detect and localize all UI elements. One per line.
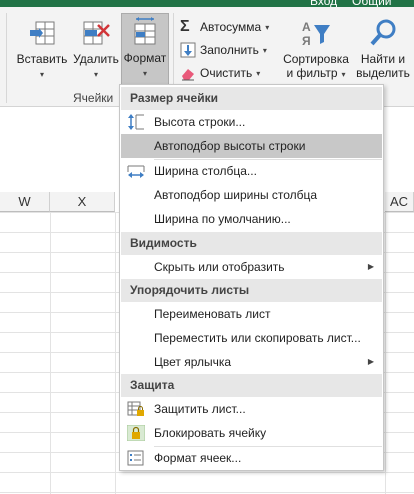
column-width-icon — [127, 165, 145, 178]
menu-item-autofit-column-width[interactable]: Автоподбор ширины столбца — [121, 183, 382, 207]
find-select-button[interactable]: Найти и выделить — [352, 15, 414, 80]
menu-item-label: Ширина столбца... — [154, 164, 257, 178]
autosum-button[interactable]: Σ Автосумма ▾ — [180, 17, 269, 37]
insert-button[interactable]: Вставить ▾ — [12, 15, 72, 82]
search-icon — [370, 19, 396, 46]
autosum-label: Автосумма — [200, 20, 262, 34]
menu-item-autofit-row-height[interactable]: Автоподбор высоты строки — [121, 134, 382, 158]
grid-line — [385, 212, 386, 494]
column-header-ac[interactable]: AC — [385, 192, 414, 212]
delete-label: Удалить — [73, 52, 119, 66]
chevron-right-icon: ▶ — [367, 357, 374, 366]
format-button[interactable]: Формат ▾ — [121, 13, 169, 91]
menu-item-protect-sheet[interactable]: Защитить лист... — [121, 397, 382, 421]
fill-button[interactable]: Заполнить ▾ — [180, 40, 267, 60]
sigma-icon: Σ — [180, 18, 190, 35]
menu-item-column-width[interactable]: Ширина столбца... — [121, 159, 382, 183]
menu-item-label: Автоподбор ширины столбца — [154, 188, 318, 202]
sort-label-line1: Сортировка — [283, 52, 349, 66]
column-header-w[interactable]: W — [0, 192, 50, 212]
menu-section-visibility: Видимость — [121, 232, 382, 255]
find-label-line2: выделить — [356, 66, 410, 80]
menu-item-label: Высота строки... — [154, 115, 246, 129]
find-label-line1: Найти и — [360, 52, 406, 66]
chevron-down-icon: ▾ — [93, 70, 98, 79]
insert-icon — [30, 21, 55, 45]
chevron-down-icon: ▾ — [256, 68, 261, 78]
menu-item-row-height[interactable]: Высота строки... — [121, 110, 382, 134]
menu-section-cell-size: Размер ячейки — [121, 87, 382, 110]
cells-group-label: Ячейки — [73, 91, 114, 105]
grid-line — [50, 212, 51, 494]
menu-item-hide-unhide[interactable]: Скрыть или отобразить ▶ — [121, 255, 382, 279]
menu-item-rename-sheet[interactable]: Переименовать лист — [121, 302, 382, 326]
menu-item-label: Скрыть или отобразить — [154, 260, 285, 274]
fill-down-icon — [180, 42, 196, 58]
format-icon — [134, 17, 156, 45]
menu-item-label: Автоподбор высоты строки — [154, 139, 306, 153]
chevron-right-icon: ▶ — [367, 262, 374, 271]
menu-section-protection: Защита — [121, 374, 382, 397]
menu-item-label: Переместить или скопировать лист... — [154, 331, 361, 345]
menu-item-tab-color[interactable]: Цвет ярлычка ▶ — [121, 350, 382, 374]
group-separator — [6, 13, 7, 103]
menu-item-label: Ширина по умолчанию... — [154, 212, 291, 226]
menu-section-organize-sheets: Упорядочить листы — [121, 279, 382, 302]
clear-label: Очистить — [200, 66, 253, 80]
sort-filter-icon: A Я — [302, 20, 330, 48]
chevron-down-icon: ▾ — [265, 22, 270, 32]
menu-item-label: Защитить лист... — [154, 402, 246, 416]
row-height-icon — [128, 114, 144, 130]
delete-icon — [83, 21, 110, 45]
lock-icon — [127, 425, 145, 441]
grid-line — [115, 212, 116, 494]
menu-item-label: Переименовать лист — [154, 307, 271, 321]
menu-item-label: Формат ячеек... — [154, 451, 242, 465]
format-dropdown-menu: Размер ячейки Высота строки... Автоподбо… — [119, 84, 384, 471]
eraser-icon — [182, 69, 194, 81]
column-header-x[interactable]: X — [50, 192, 115, 212]
menu-item-label: Цвет ярлычка — [154, 355, 232, 369]
clear-button[interactable]: Очистить ▾ — [180, 63, 260, 83]
menu-item-default-width[interactable]: Ширина по умолчанию... — [121, 207, 382, 231]
menu-item-lock-cell[interactable]: Блокировать ячейку — [121, 421, 382, 445]
format-cells-icon — [127, 450, 144, 466]
svg-text:A: A — [302, 20, 311, 34]
protect-sheet-icon — [127, 401, 144, 416]
menu-item-label: Блокировать ячейку — [154, 426, 267, 440]
chevron-down-icon: ▾ — [142, 69, 147, 78]
chevron-down-icon: ▾ — [39, 70, 44, 79]
sort-filter-button[interactable]: A Я Сортировка и фильтр ▾ — [280, 15, 352, 82]
menu-item-format-cells[interactable]: Формат ячеек... — [121, 446, 382, 470]
chevron-down-icon: ▾ — [341, 70, 346, 79]
sort-label-line2: и фильтр — [286, 66, 338, 80]
fill-label: Заполнить — [200, 43, 259, 57]
insert-label: Вставить — [16, 52, 68, 66]
svg-text:Я: Я — [302, 34, 311, 48]
chevron-down-icon: ▾ — [262, 45, 267, 55]
format-label: Формат — [123, 51, 167, 65]
delete-button[interactable]: Удалить ▾ — [70, 15, 122, 82]
menu-item-move-copy-sheet[interactable]: Переместить или скопировать лист... — [121, 326, 382, 350]
